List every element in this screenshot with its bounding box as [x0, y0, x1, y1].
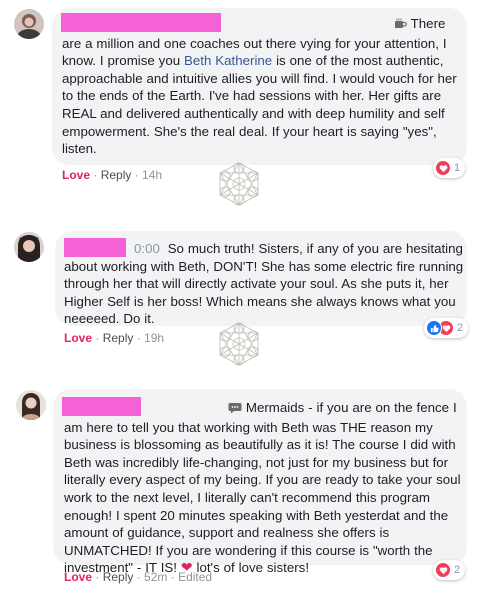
avatar[interactable]: [16, 390, 46, 420]
speech-bubble-icon: [146, 401, 242, 419]
love-button[interactable]: Love: [64, 331, 92, 345]
reaction-count-label: 2: [454, 564, 461, 576]
metatron-cube-watermark: [219, 322, 259, 366]
reaction-count[interactable]: 2: [433, 560, 466, 580]
comment-actions: Love · Reply · 19h: [64, 331, 165, 345]
reaction-count-label: 1: [454, 162, 461, 174]
edited-label[interactable]: Edited: [178, 570, 212, 584]
timestamp[interactable]: 52m: [144, 570, 167, 584]
timestamp[interactable]: 19h: [144, 331, 164, 345]
mention-link[interactable]: Beth Katherine: [184, 53, 272, 68]
reaction-count[interactable]: 1: [433, 158, 466, 178]
reply-button[interactable]: Reply: [101, 168, 132, 182]
reply-button[interactable]: Reply: [103, 570, 134, 584]
love-reaction-icon: [435, 562, 451, 578]
comment-actions: Love · Reply · 52m · Edited: [64, 570, 213, 584]
avatar[interactable]: [14, 232, 44, 262]
reply-button[interactable]: Reply: [103, 331, 134, 345]
timestamp[interactable]: 14h: [142, 168, 162, 182]
love-reaction-icon: [435, 160, 451, 176]
like-reaction-icon: [426, 320, 442, 336]
video-timestamp[interactable]: 0:00: [134, 241, 160, 256]
metatron-cube-watermark: [219, 162, 259, 206]
comment-text: 0:00 So much truth! Sisters, if any of y…: [64, 241, 464, 327]
reaction-count-label: 2: [457, 322, 464, 334]
love-button[interactable]: Love: [64, 570, 92, 584]
comment-text: Mermaids - if you are on the fence I am …: [64, 400, 461, 576]
love-button[interactable]: Love: [62, 168, 90, 182]
reaction-count[interactable]: 2: [424, 318, 469, 338]
avatar[interactable]: [14, 9, 44, 39]
comment-text: There are a million and one coaches out …: [62, 16, 457, 157]
coffee-icon: [228, 17, 407, 35]
comment-actions: Love · Reply · 14h: [62, 168, 163, 182]
